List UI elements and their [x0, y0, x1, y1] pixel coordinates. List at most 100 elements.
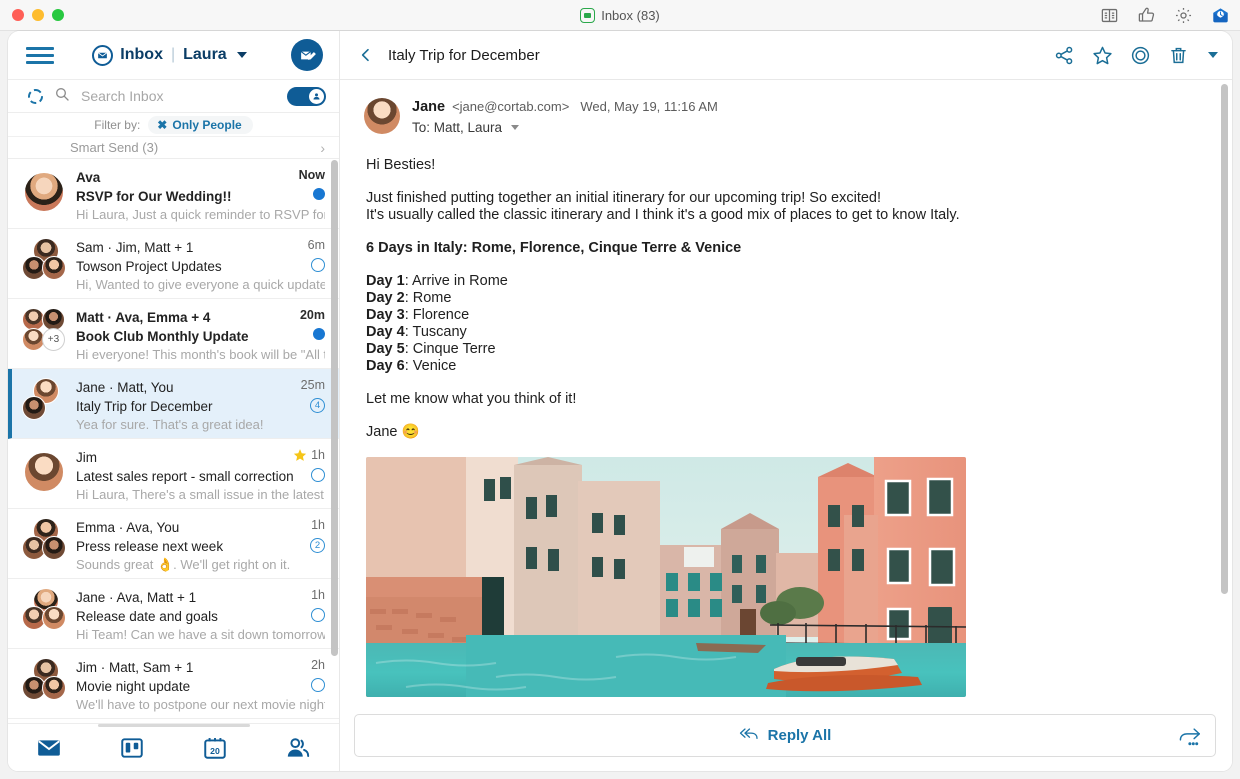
nav-boards-button[interactable]	[119, 735, 145, 761]
thread-count-badge[interactable]: 2	[310, 538, 325, 553]
window-title-group: Inbox (83)	[0, 0, 1240, 31]
search-input[interactable]	[81, 88, 276, 104]
smart-send-label: Smart Send (3)	[70, 140, 158, 155]
more-chevron-icon[interactable]	[1208, 52, 1218, 58]
mail-item-preview: Hi Team! Can we have a sit down tomorrow…	[76, 626, 325, 644]
read-ring-badge[interactable]	[311, 678, 325, 692]
thread-count-badge[interactable]: 4	[310, 398, 325, 413]
reply-all-label: Reply All	[768, 727, 832, 744]
close-window-button[interactable]	[12, 9, 24, 21]
window-controls	[0, 9, 64, 21]
list-header: Inbox | Laura	[8, 31, 339, 80]
mail-list[interactable]: AvaRSVP for Our Wedding!!Hi Laura, Just …	[8, 159, 339, 723]
itinerary-day-label: Day 2	[366, 290, 405, 306]
avatar-stack	[22, 168, 66, 214]
read-ring-badge[interactable]	[311, 468, 325, 482]
mail-item-preview: Hi Laura, Just a quick reminder to RSVP …	[76, 206, 325, 224]
thumbs-up-icon[interactable]	[1137, 6, 1156, 25]
mail-item-time: 1h	[311, 588, 325, 602]
avatar-stack	[22, 448, 66, 494]
nav-mail-button[interactable]	[36, 735, 62, 761]
reply-options-icon[interactable]	[1177, 725, 1201, 747]
mail-item-content: JimLatest sales report - small correctio…	[76, 448, 325, 499]
itinerary-heading-text: 6 Days in Italy: Rome, Florence, Cinque …	[366, 240, 741, 256]
itinerary-days: Day 1: Arrive in RomeDay 2: RomeDay 3: F…	[366, 273, 1202, 375]
only-people-toggle[interactable]	[287, 87, 326, 106]
mail-item-subject: Book Club Monthly Update	[76, 327, 325, 346]
mail-item-sender: Jane · Matt, You	[76, 379, 325, 396]
mail-item-time: 20m	[300, 308, 325, 322]
chevron-down-icon[interactable]	[237, 52, 247, 58]
close-icon[interactable]: ✖	[157, 118, 167, 132]
mail-list-item[interactable]: +3Matt · Ava, Emma + 4Book Club Monthly …	[8, 299, 339, 369]
inbox-label: Inbox	[120, 46, 163, 64]
itinerary-day-label: Day 6	[366, 358, 405, 374]
maximize-window-button[interactable]	[52, 9, 64, 21]
message-scroll-area[interactable]: Jane <jane@cortab.com> Wed, May 19, 11:1…	[340, 80, 1232, 709]
avatar	[42, 606, 66, 630]
filter-row: Filter by: ✖ Only People	[8, 113, 339, 137]
sync-ring-icon[interactable]	[28, 89, 43, 104]
mail-item-content: Matt · Ava, Emma + 4Book Club Monthly Up…	[76, 308, 325, 359]
nav-contacts-button[interactable]	[285, 735, 311, 761]
star-icon[interactable]	[293, 448, 307, 462]
unread-dot-badge[interactable]	[313, 188, 325, 200]
read-ring-badge[interactable]	[311, 608, 325, 622]
mail-item-content: AvaRSVP for Our Wedding!!Hi Laura, Just …	[76, 168, 325, 219]
mark-unread-icon[interactable]	[1130, 45, 1151, 66]
mail-list-item[interactable]: Jane · Ava, Matt + 1Release date and goa…	[8, 579, 339, 649]
mail-application: Inbox | Laura	[8, 31, 1232, 771]
toggle-knob	[309, 89, 324, 104]
read-ring-badge[interactable]	[311, 258, 325, 272]
account-name: Laura	[183, 46, 227, 64]
inbox-badge-icon	[92, 45, 113, 66]
share-icon[interactable]	[1054, 45, 1075, 66]
reply-all-icon	[739, 725, 760, 746]
chevron-down-icon[interactable]	[511, 125, 519, 130]
unread-dot-badge[interactable]	[313, 328, 325, 340]
mail-item-meta-top: 2h	[311, 658, 325, 672]
message-sender: Jane	[412, 99, 445, 115]
avatar	[42, 676, 66, 700]
mail-list-item[interactable]: AvaRSVP for Our Wedding!!Hi Laura, Just …	[8, 159, 339, 229]
mail-item-preview: Hi, Wanted to give everyone a quick upda…	[76, 276, 325, 294]
mail-list-item[interactable]: Emma · Ava, YouPress release next weekSo…	[8, 509, 339, 579]
trash-icon[interactable]	[1168, 45, 1189, 66]
reading-pane-icon[interactable]	[1100, 6, 1119, 25]
star-icon[interactable]	[1092, 45, 1113, 66]
mail-item-meta-top: Now	[299, 168, 325, 182]
filter-by-label: Filter by:	[94, 118, 140, 132]
smart-send-row[interactable]: Smart Send (3) ›	[8, 137, 339, 159]
mail-item-content: Sam · Jim, Matt + 1Towson Project Update…	[76, 238, 325, 289]
mail-list-item[interactable]: Jane · Matt, YouItaly Trip for DecemberY…	[8, 369, 339, 439]
signature-emoji: 😊	[401, 424, 419, 440]
mail-item-preview: We'll have to postpone our next movie ni…	[76, 696, 325, 714]
mail-list-scrollbar[interactable]	[331, 160, 338, 656]
hamburger-menu-icon[interactable]	[26, 43, 54, 68]
filter-chip-only-people[interactable]: ✖ Only People	[148, 116, 252, 134]
resize-handle[interactable]	[98, 724, 250, 727]
message-scrollbar[interactable]	[1221, 84, 1228, 594]
mail-item-preview: Sounds great 👌. We'll get right on it.	[76, 556, 325, 574]
minimize-window-button[interactable]	[32, 9, 44, 21]
reply-all-button[interactable]: Reply All	[354, 714, 1216, 757]
mail-app-icon[interactable]	[1211, 6, 1230, 25]
back-chevron-icon[interactable]	[358, 47, 374, 63]
mail-item-meta-top: 25m	[301, 378, 325, 392]
mail-list-item[interactable]: JimLatest sales report - small correctio…	[8, 439, 339, 509]
chevron-right-icon[interactable]: ›	[320, 140, 325, 156]
venice-canal-photo	[366, 457, 966, 697]
mail-item-subject: Press release next week	[76, 537, 325, 556]
gear-icon[interactable]	[1174, 6, 1193, 25]
mail-list-item[interactable]: Jim · Matt, Sam + 1Movie night updateWe'…	[8, 649, 339, 719]
message-sender-email: <jane@cortab.com>	[452, 99, 569, 114]
inbox-title-group[interactable]: Inbox | Laura	[92, 45, 246, 66]
nav-calendar-button[interactable]: 20	[202, 735, 228, 761]
compose-button[interactable]	[291, 39, 323, 71]
mail-list-item[interactable]: Sam · Jim, Matt + 1Towson Project Update…	[8, 229, 339, 299]
itinerary-day: Day 3: Florence	[366, 307, 1202, 324]
mail-item-meta-top: 1h	[311, 588, 325, 602]
mail-item-preview: Yea for sure. That's a great idea!	[76, 416, 325, 434]
mail-item-content: Jim · Matt, Sam + 1Movie night updateWe'…	[76, 658, 325, 709]
itinerary-day: Day 5: Cinque Terre	[366, 341, 1202, 358]
